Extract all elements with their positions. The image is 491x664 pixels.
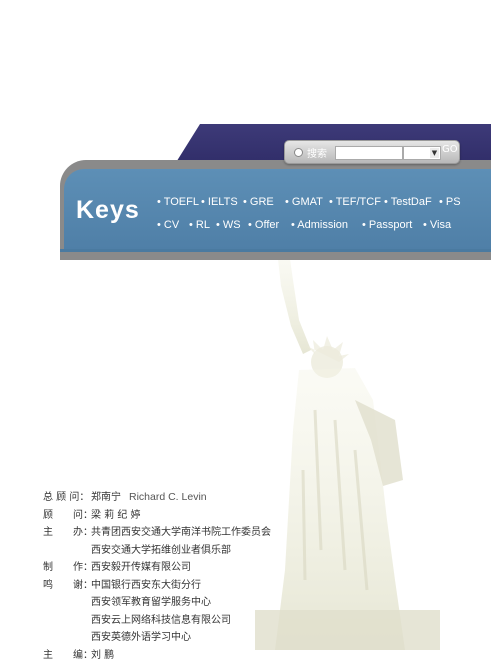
credit-extra: Richard C. Levin — [129, 489, 207, 507]
credit-row: 顾 问： 梁 莉 纪 婷 — [43, 507, 271, 525]
credit-label: 顾 问： — [43, 507, 91, 525]
credit-value: 西安领军教育留学服务中心 — [91, 594, 211, 612]
search-label: 搜索 — [307, 145, 327, 160]
credit-row: 制 作： 西安毅开传媒有限公司 — [43, 559, 271, 577]
credit-label — [43, 542, 91, 560]
credit-row: 鸣 谢： 中国银行西安东大街分行 — [43, 577, 271, 595]
credit-value: 共青团西安交通大学南洋书院工作委员会 — [91, 524, 271, 542]
credit-row: 西安领军教育留学服务中心 — [43, 594, 271, 612]
search-input[interactable] — [335, 146, 403, 160]
nav-item-admission[interactable]: • Admission — [291, 219, 348, 231]
search-category-select[interactable]: ▼ — [403, 146, 441, 160]
credit-value: 郑南宁 — [91, 489, 121, 507]
credit-row: 西安英德外语学习中心 — [43, 629, 271, 647]
nav-item-visa[interactable]: • Visa — [423, 219, 451, 231]
credit-label — [43, 612, 91, 630]
statue-of-liberty-image — [255, 250, 440, 650]
nav-item-ielts[interactable]: • IELTS — [201, 196, 238, 208]
credit-label: 鸣 谢： — [43, 577, 91, 595]
credit-row: 西安云上网络科技信息有限公司 — [43, 612, 271, 630]
nav-item-offer[interactable]: • Offer — [248, 219, 279, 231]
nav-item-gmat[interactable]: • GMAT — [285, 196, 323, 208]
credit-label: 制 作： — [43, 559, 91, 577]
credit-value: 西安云上网络科技信息有限公司 — [91, 612, 231, 630]
search-widget: 搜索 ▼ GO — [284, 140, 460, 164]
banner-bottom-edge — [60, 249, 491, 252]
chevron-down-icon[interactable]: ▼ — [430, 148, 439, 158]
credit-label: 总 顾 问： — [43, 489, 91, 507]
nav-item-ps[interactable]: • PS — [439, 196, 461, 208]
credit-value: 西安交通大学拓维创业者俱乐部 — [91, 542, 231, 560]
nav-item-ws[interactable]: • WS — [216, 219, 241, 231]
credit-label — [43, 629, 91, 647]
credit-row: 总 顾 问： 郑南宁 Richard C. Levin — [43, 489, 271, 507]
credit-value: 中国银行西安东大街分行 — [91, 577, 201, 595]
credit-value: 西安英德外语学习中心 — [91, 629, 191, 647]
credit-value: 梁 莉 纪 婷 — [91, 507, 141, 525]
credit-value: 刘 鹏 — [91, 647, 114, 664]
nav-item-testdaf[interactable]: • TestDaF — [384, 196, 432, 208]
credit-row: 主 编： 刘 鹏 — [43, 647, 271, 664]
credit-row: 西安交通大学拓维创业者俱乐部 — [43, 542, 271, 560]
credit-value: 西安毅开传媒有限公司 — [91, 559, 191, 577]
nav-item-gre[interactable]: • GRE — [243, 196, 274, 208]
credit-label: 主 编： — [43, 647, 91, 664]
radio-button[interactable] — [294, 148, 303, 157]
credit-label: 主 办： — [43, 524, 91, 542]
nav-item-passport[interactable]: • Passport — [362, 219, 412, 231]
credits-list: 总 顾 问： 郑南宁 Richard C. Levin 顾 问： 梁 莉 纪 婷… — [43, 489, 271, 664]
credit-row: 主 办： 共青团西安交通大学南洋书院工作委员会 — [43, 524, 271, 542]
nav-item-tef-tcf[interactable]: • TEF/TCF — [329, 196, 381, 208]
search-go-button[interactable]: GO — [442, 144, 458, 155]
nav-item-toefl[interactable]: • TOEFL — [157, 196, 199, 208]
banner-title: Keys — [76, 196, 140, 225]
credit-label — [43, 594, 91, 612]
nav-item-rl[interactable]: • RL — [189, 219, 210, 231]
nav-item-cv[interactable]: • CV — [157, 219, 179, 231]
